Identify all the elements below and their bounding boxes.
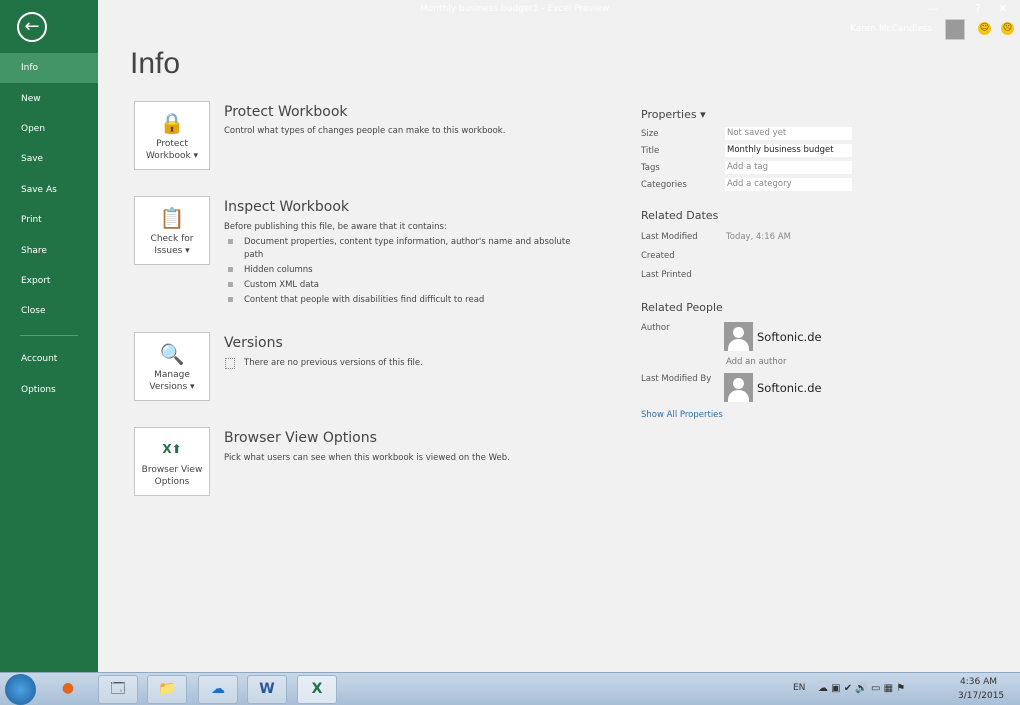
title-bar: Monthly business budget1 - Excel Preview… [98, 0, 1020, 45]
onedrive-icon[interactable]: ☁ [198, 675, 238, 704]
nav-close[interactable]: Close [0, 296, 98, 326]
button-label: Manage [154, 370, 190, 380]
last-modified-by-label: Last Modified By [641, 374, 712, 384]
language-indicator[interactable]: EN [793, 683, 805, 693]
add-author-link[interactable]: Add an author [726, 357, 786, 367]
nav-open[interactable]: Open [0, 114, 98, 144]
nav-account[interactable]: Account [0, 344, 98, 374]
section-text: Before publishing this file, be aware th… [224, 222, 447, 232]
button-label: Protect [156, 139, 188, 149]
window-title: Monthly business budget1 - Excel Preview [420, 4, 610, 14]
tray-icons[interactable]: ☁ ▣ ✔ 🔊 ▭ ▦ ⚑ [818, 683, 905, 694]
nav-save[interactable]: Save [0, 144, 98, 174]
close-button[interactable]: ✕ [998, 2, 1007, 15]
date-label: Last Printed [641, 270, 692, 280]
document-icon [225, 358, 235, 369]
property-label: Size [641, 129, 659, 139]
button-label: Versions ▾ [149, 382, 195, 392]
nav-share[interactable]: Share [0, 236, 98, 266]
clock-time[interactable]: 4:36 AM [960, 677, 997, 687]
help-button[interactable]: ? [975, 2, 981, 15]
backstage-sidebar: ← Info New Open Save Save As Print Share… [0, 0, 98, 672]
back-button[interactable]: ← [17, 12, 47, 42]
excel-icon[interactable]: X [297, 675, 337, 704]
list-item: Document properties, content type inform… [228, 236, 580, 262]
section-text: There are no previous versions of this f… [244, 358, 423, 368]
button-label: Issues ▾ [154, 246, 190, 256]
date-label: Last Modified [641, 232, 698, 242]
firefox-icon[interactable]: ● [48, 675, 88, 704]
nav-info[interactable]: Info [0, 53, 98, 83]
button-label: Workbook ▾ [145, 151, 199, 161]
section-heading: Versions [224, 335, 283, 351]
nav-new[interactable]: New [0, 84, 98, 114]
author-name[interactable]: Softonic.de [757, 330, 822, 344]
show-all-properties-link[interactable]: Show All Properties [641, 410, 723, 420]
frown-feedback-icon[interactable]: ☹ [1001, 22, 1014, 35]
minimize-button[interactable]: — [927, 2, 938, 15]
user-avatar[interactable] [945, 19, 965, 40]
inspect-document-icon: 📋 [159, 206, 185, 230]
properties-heading[interactable]: Properties ▾ [641, 108, 706, 121]
user-name[interactable]: Karen McCandless [850, 24, 932, 34]
section-heading: Browser View Options [224, 430, 377, 446]
related-people-heading: Related People [641, 301, 723, 314]
size-value: Not saved yet [725, 127, 852, 140]
clock-date[interactable]: 3/17/2015 [958, 691, 1004, 701]
presentation-app-icon[interactable]: 🗔 [98, 675, 138, 704]
section-heading: Inspect Workbook [224, 199, 350, 215]
property-label: Title [641, 146, 660, 156]
list-item: Content that people with disabilities fi… [228, 294, 580, 307]
list-item: Custom XML data [228, 279, 580, 292]
section-text: Pick what users can see when this workbo… [224, 453, 510, 463]
word-icon[interactable]: W [247, 675, 287, 704]
divider [20, 335, 78, 336]
lock-key-icon: 🔒 [159, 111, 185, 135]
nav-export[interactable]: Export [0, 266, 98, 296]
browser-view-options-button[interactable]: X⬆ Browser View Options [134, 427, 210, 496]
versions-icon: 🔍 [159, 342, 185, 366]
manage-versions-button[interactable]: 🔍 Manage Versions ▾ [134, 332, 210, 401]
browser-view-icon: X⬆ [162, 442, 182, 456]
section-text: Control what types of changes people can… [224, 126, 506, 136]
section-heading: Protect Workbook [224, 104, 348, 120]
protect-workbook-button[interactable]: 🔒 Protect Workbook ▾ [134, 101, 210, 170]
start-button[interactable] [5, 674, 36, 705]
nav-options[interactable]: Options [0, 375, 98, 405]
nav-print[interactable]: Print [0, 205, 98, 235]
button-label: Check for [150, 234, 194, 244]
file-explorer-icon[interactable]: 📁 [147, 675, 187, 704]
nav-save-as[interactable]: Save As [0, 175, 98, 205]
check-for-issues-button[interactable]: 📋 Check for Issues ▾ [134, 196, 210, 265]
tags-field[interactable]: Add a tag [725, 161, 852, 174]
last-modified-value: Today, 4:16 AM [726, 232, 791, 242]
author-label: Author [641, 323, 670, 333]
smile-feedback-icon[interactable]: ☺ [978, 22, 991, 35]
button-label: Browser View [141, 465, 203, 475]
list-item: Hidden columns [228, 264, 580, 277]
modifier-name[interactable]: Softonic.de [757, 381, 822, 395]
taskbar: ● 🗔 📁 ☁ W X EN ☁ ▣ ✔ 🔊 ▭ ▦ ⚑ 4:36 AM 3/1… [0, 672, 1020, 705]
modifier-avatar [724, 373, 753, 402]
page-title: Info [130, 47, 181, 80]
categories-field[interactable]: Add a category [725, 178, 852, 191]
button-label: Options [154, 477, 190, 487]
related-dates-heading: Related Dates [641, 209, 719, 222]
title-field[interactable]: Monthly business budget [725, 144, 852, 157]
property-label: Categories [641, 180, 687, 190]
date-label: Created [641, 251, 675, 261]
property-label: Tags [641, 163, 660, 173]
author-avatar [724, 322, 753, 351]
